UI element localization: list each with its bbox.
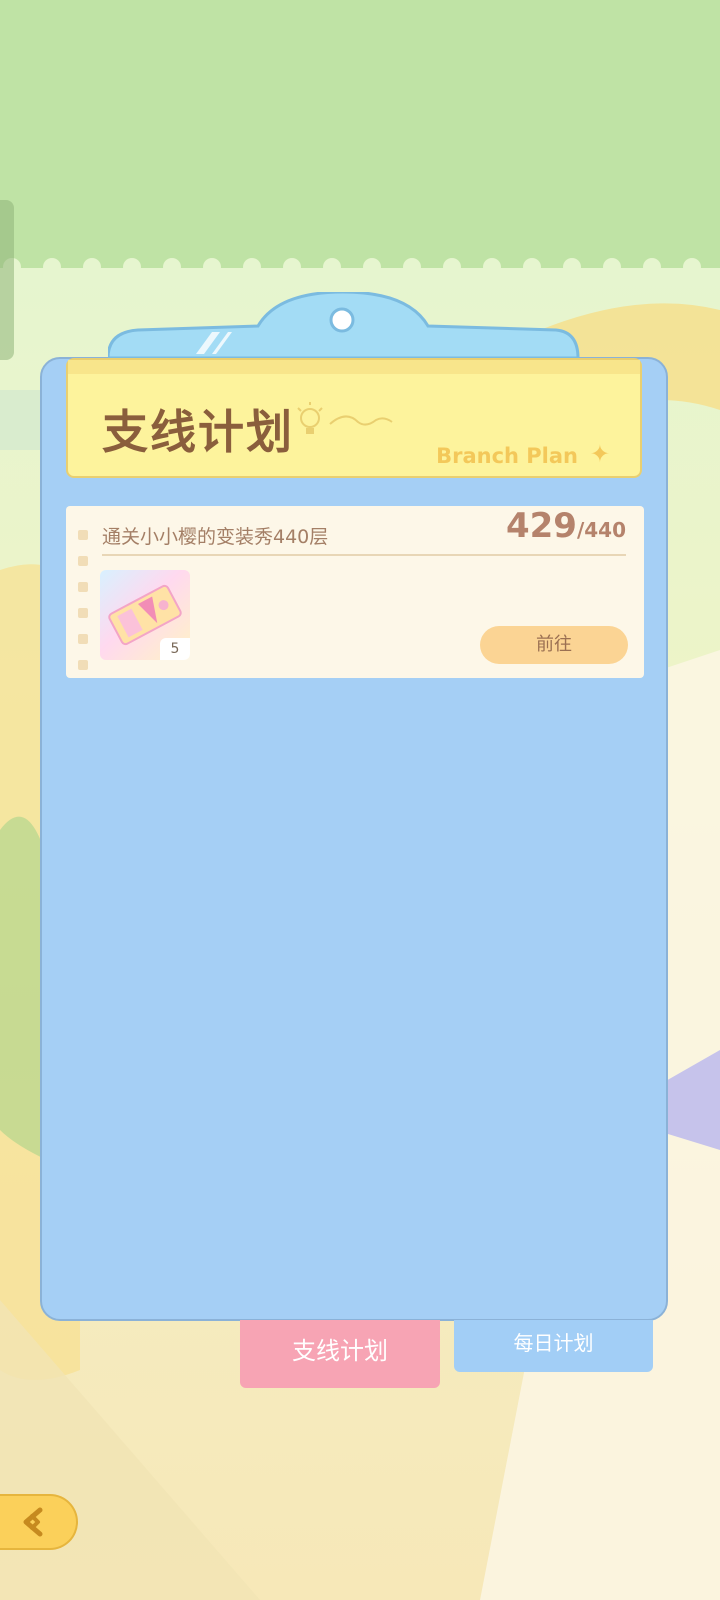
reward-item[interactable]: 5 [100,570,190,660]
reward-count: 5 [160,638,190,660]
plan-header: 支线计划 Branch Plan ✦ [66,358,642,478]
tab-daily-plan[interactable]: 每日计划 [454,1320,653,1372]
task-description: 通关小小樱的变装秀440层 [102,526,329,548]
lightbulb-icon [297,402,393,434]
task-card: 通关小小樱的变装秀440层 429/440 5 前往 [66,506,644,678]
go-button[interactable]: 前往 [480,626,628,664]
task-divider [102,554,626,556]
progress-current: 429 [505,506,577,546]
top-background [0,0,720,270]
page-subtitle: Branch Plan [436,444,578,468]
task-progress: 429/440 [506,506,626,546]
header-strip [68,360,640,374]
progress-total: /440 [576,518,626,542]
sparkle-icon: ✦ [589,440,610,468]
back-button[interactable] [0,1494,78,1550]
tab-branch-plan[interactable]: 支线计划 [240,1320,440,1388]
card-binding-dots [78,530,88,686]
clipboard-board [40,357,668,1321]
side-edge-tab [0,200,14,360]
back-arrow-icon [23,1507,43,1537]
page-title: 支线计划 [102,405,294,459]
